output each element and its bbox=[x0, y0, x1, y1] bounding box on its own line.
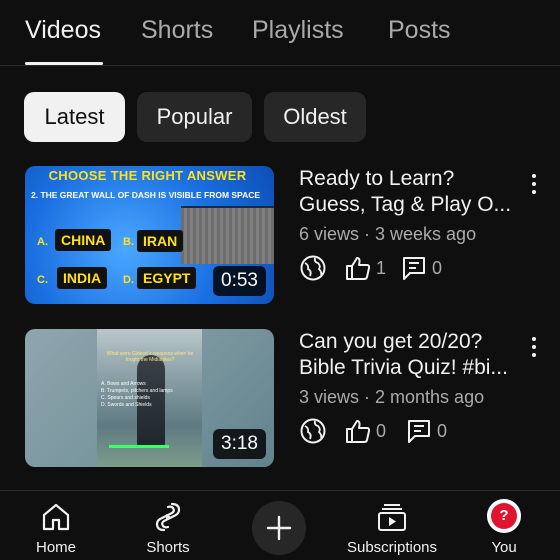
option-text: EGYPT bbox=[137, 267, 197, 289]
video-item[interactable]: What were Gideon's weapons when he fough… bbox=[0, 329, 560, 469]
progress-line bbox=[109, 445, 169, 448]
chip-oldest[interactable]: Oldest bbox=[264, 92, 366, 142]
active-tab-indicator bbox=[25, 62, 103, 65]
like-count: 1 bbox=[376, 258, 387, 278]
tab-videos[interactable]: Videos bbox=[25, 14, 101, 46]
plus-icon bbox=[266, 515, 292, 541]
video-meta: 3 views · 2 months ago bbox=[299, 387, 485, 407]
like-icon[interactable] bbox=[344, 254, 372, 282]
thumbnail-heading: CHOOSE THE RIGHT ANSWER bbox=[48, 168, 247, 183]
chip-latest[interactable]: Latest bbox=[24, 92, 125, 142]
nav-you[interactable]: ? You bbox=[468, 491, 540, 560]
video-title-line: Bible Trivia Quiz! #bi... bbox=[299, 356, 508, 379]
nav-label: You bbox=[491, 539, 517, 556]
nav-label: Home bbox=[35, 539, 76, 556]
option-text: IRAN bbox=[137, 230, 184, 252]
video-title-line: Can you get 20/20? bbox=[299, 330, 483, 353]
video-title-line: Guess, Tag & Play O... bbox=[299, 193, 512, 216]
video-item[interactable]: CHOOSE THE RIGHT ANSWER 2. THE GREAT WAL… bbox=[0, 166, 560, 306]
thumbnail-question: What were Gideon's weapons when he fough… bbox=[106, 351, 194, 363]
video-actions: 1 0 bbox=[299, 254, 519, 284]
tab-posts[interactable]: Posts bbox=[388, 14, 451, 46]
nav-label: Subscriptions bbox=[346, 539, 438, 556]
video-meta: 6 views · 3 weeks ago bbox=[299, 224, 477, 244]
like-icon[interactable] bbox=[344, 417, 372, 445]
nav-shorts[interactable]: Shorts bbox=[128, 491, 208, 560]
video-title[interactable]: Ready to Learn? Guess, Tag & Play O... bbox=[299, 166, 519, 218]
video-duration: 0:53 bbox=[213, 266, 266, 296]
more-options-icon[interactable] bbox=[530, 172, 538, 196]
video-title-line: Ready to Learn? bbox=[299, 167, 455, 190]
option-text: D. Swords and Shields bbox=[101, 402, 152, 408]
avatar: ? bbox=[487, 499, 521, 533]
option-text: C. Spears and shields bbox=[101, 395, 150, 401]
comment-count: 0 bbox=[432, 258, 443, 278]
comment-icon[interactable] bbox=[400, 254, 428, 282]
option-text: A. Bows and Arrows bbox=[101, 381, 146, 387]
video-actions: 0 0 bbox=[299, 417, 519, 447]
video-title[interactable]: Can you get 20/20? Bible Trivia Quiz! #b… bbox=[299, 329, 519, 381]
video-thumbnail[interactable]: What were Gideon's weapons when he fough… bbox=[25, 329, 274, 467]
nav-label: Shorts bbox=[146, 539, 190, 556]
home-icon bbox=[42, 503, 70, 531]
thumbnail-options: A. Bows and Arrows B. Trumpets, pitchers… bbox=[101, 381, 199, 409]
option-letter: B. bbox=[123, 236, 134, 248]
shorts-icon bbox=[155, 502, 181, 532]
create-button[interactable] bbox=[252, 501, 306, 555]
more-options-icon[interactable] bbox=[530, 335, 538, 359]
nav-subscriptions[interactable]: Subscriptions bbox=[336, 491, 448, 560]
option-text: INDIA bbox=[57, 267, 108, 289]
subscriptions-icon bbox=[378, 504, 406, 531]
option-text: B. Trumpets, pitchers and lamps bbox=[101, 388, 173, 394]
globe-icon bbox=[300, 255, 326, 281]
nav-home[interactable]: Home bbox=[16, 491, 96, 560]
chip-popular[interactable]: Popular bbox=[137, 92, 252, 142]
video-thumbnail[interactable]: CHOOSE THE RIGHT ANSWER 2. THE GREAT WAL… bbox=[25, 166, 274, 304]
thumbnail-photo bbox=[181, 206, 274, 264]
channel-tabs: Videos Shorts Playlists Posts bbox=[0, 0, 560, 66]
comment-icon[interactable] bbox=[405, 417, 433, 445]
video-duration: 3:18 bbox=[213, 429, 266, 459]
tab-shorts[interactable]: Shorts bbox=[141, 14, 213, 46]
tab-playlists[interactable]: Playlists bbox=[252, 14, 344, 46]
globe-icon bbox=[300, 418, 326, 444]
option-letter: C. bbox=[37, 274, 48, 286]
like-count: 0 bbox=[376, 421, 387, 441]
comment-count: 0 bbox=[437, 421, 448, 441]
option-letter: D. bbox=[123, 274, 134, 286]
bottom-nav: Home Shorts Subscriptions ? You bbox=[0, 490, 560, 560]
avatar-image: ? bbox=[491, 503, 517, 529]
option-text: CHINA bbox=[55, 229, 112, 251]
option-letter: A. bbox=[37, 236, 48, 248]
thumbnail-question: 2. THE GREAT WALL OF DASH IS VISIBLE FRO… bbox=[31, 190, 261, 200]
